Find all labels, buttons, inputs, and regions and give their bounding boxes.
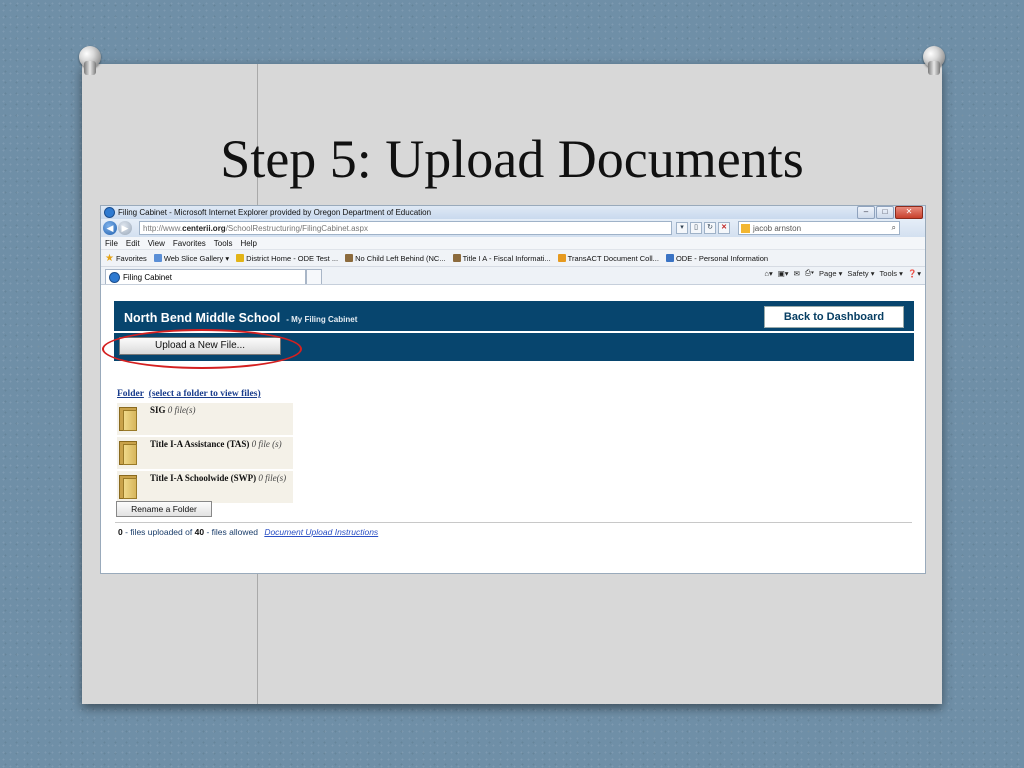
home-icon[interactable]: ⌂▾	[764, 269, 772, 278]
favorites-button[interactable]: ★ Favorites	[105, 253, 147, 264]
refresh-icon[interactable]: ↻	[704, 222, 716, 234]
favorite-transact[interactable]: TransACT Document Coll...	[557, 253, 659, 263]
school-title: North Bend Middle School - My Filing Cabi…	[124, 311, 357, 325]
folder-icon	[119, 473, 137, 499]
favorite-web-slice[interactable]: Web Slice Gallery ▾	[153, 253, 230, 263]
command-bar: ⌂▾ ▣▾ ✉ ⎙▾ Page ▾ Safety ▾ Tools ▾ ❓▾	[759, 268, 921, 278]
folder-item-swp[interactable]: Title I-A Schoolwide (SWP) 0 file(s)	[117, 471, 293, 503]
forward-button[interactable]: ▶	[118, 221, 132, 235]
favorite-label: District Home - ODE Test ...	[246, 253, 339, 263]
page-menu[interactable]: Page ▾	[819, 269, 842, 278]
safety-menu[interactable]: Safety ▾	[847, 269, 874, 278]
folder-icon	[119, 405, 137, 431]
pushpin-left-icon	[76, 46, 104, 76]
url-domain: centerii.org	[182, 223, 226, 233]
folder-count: 0 file(s)	[167, 405, 196, 415]
slide-title: Step 5: Upload Documents	[220, 129, 804, 189]
stop-icon[interactable]: ✕	[718, 222, 730, 234]
folder-header: Folder (select a folder to view files)	[117, 389, 261, 399]
back-button[interactable]: ◀	[103, 221, 117, 235]
tab-filing-cabinet[interactable]: Filing Cabinet	[105, 269, 306, 284]
folder-name: Title I-A Assistance (TAS)	[150, 439, 250, 449]
ode-icon	[452, 254, 461, 262]
folder-icon	[119, 439, 137, 465]
favorite-label: TransACT Document Coll...	[567, 253, 659, 263]
upload-instructions-link[interactable]: Document Upload Instructions	[264, 527, 378, 537]
compat-view-icon[interactable]: ▯	[690, 222, 702, 234]
allowed-count: 40	[194, 527, 205, 537]
menu-edit[interactable]: Edit	[126, 239, 140, 248]
mail-icon[interactable]: ✉	[794, 269, 800, 278]
folder-name: SIG	[150, 405, 166, 415]
app-header: North Bend Middle School - My Filing Cabi…	[114, 301, 914, 331]
ode-icon	[345, 254, 354, 262]
upload-status: 0 - files uploaded of 40 - files allowed…	[118, 527, 378, 537]
folder-hint: (select a folder to view files)	[148, 389, 261, 399]
school-name: North Bend Middle School	[124, 311, 281, 325]
folder-count: 0 file (s)	[251, 439, 282, 449]
pushpin-right-icon	[920, 46, 948, 76]
folder-list: SIG 0 file(s) Title I-A Assistance (TAS)…	[117, 403, 293, 505]
search-input[interactable]: jacob arnston ⌕	[738, 221, 900, 235]
menu-file[interactable]: File	[105, 239, 118, 248]
page-icon	[236, 254, 245, 262]
feeds-icon[interactable]: ▣▾	[778, 269, 789, 278]
dropdown-icon[interactable]: ▾	[676, 222, 688, 234]
section-name: - My Filing Cabinet	[286, 315, 358, 324]
divider	[115, 522, 912, 523]
folder-item-tas[interactable]: Title I-A Assistance (TAS) 0 file (s)	[117, 437, 293, 469]
window-titlebar: Filing Cabinet - Microsoft Internet Expl…	[101, 206, 925, 219]
menu-bar: File Edit View Favorites Tools Help	[101, 237, 925, 250]
window-title: Filing Cabinet - Microsoft Internet Expl…	[118, 208, 432, 217]
menu-tools[interactable]: Tools	[214, 239, 233, 248]
tab-label: Filing Cabinet	[123, 272, 172, 282]
menu-view[interactable]: View	[148, 239, 165, 248]
maximize-button[interactable]: □	[876, 206, 894, 219]
folder-name: Title I-A Schoolwide (SWP)	[150, 473, 257, 483]
uploaded-count: 0	[118, 527, 123, 537]
favorite-district-home[interactable]: District Home - ODE Test ...	[236, 254, 338, 263]
url-field[interactable]: http://www. centerii.org/SchoolRestructur…	[139, 221, 672, 235]
favorites-bar: ★ Favorites Web Slice Gallery ▾ District…	[101, 250, 925, 267]
favorite-ode-personal[interactable]: ODE - Personal Information	[665, 253, 769, 263]
allowed-text: - files allowed	[206, 527, 258, 537]
menu-favorites[interactable]: Favorites	[173, 239, 206, 248]
star-icon: ★	[105, 252, 114, 264]
new-tab-button[interactable]	[306, 269, 322, 284]
browser-screenshot: Filing Cabinet - Microsoft Internet Expl…	[100, 205, 926, 574]
close-button[interactable]: ✕	[895, 206, 923, 219]
search-provider-icon	[741, 223, 750, 233]
favorite-nclb[interactable]: No Child Left Behind (NC...	[345, 253, 446, 263]
tab-bar: Filing Cabinet ⌂▾ ▣▾ ✉ ⎙▾ Page ▾ Safety …	[101, 267, 925, 285]
ie-icon	[109, 271, 120, 283]
back-to-dashboard-button[interactable]: Back to Dashboard	[764, 306, 904, 328]
web-slice-icon	[153, 254, 162, 262]
minimize-button[interactable]: –	[857, 206, 875, 219]
favorite-title-ia[interactable]: Title I A - Fiscal Informati...	[452, 253, 551, 263]
search-text: jacob arnston	[753, 223, 802, 233]
favorite-label: ODE - Personal Information	[675, 253, 769, 263]
print-icon[interactable]: ⎙▾	[805, 268, 814, 278]
ie-icon	[104, 207, 115, 218]
url-path: /SchoolRestructuring/FilingCabinet.aspx	[225, 223, 368, 233]
folder-count: 0 file(s)	[258, 473, 287, 483]
search-icon[interactable]: ⌕	[892, 223, 896, 233]
folder-icon	[557, 254, 566, 262]
tools-menu[interactable]: Tools ▾	[880, 269, 903, 278]
shield-icon	[665, 254, 674, 262]
rename-folder-button[interactable]: Rename a Folder	[116, 501, 212, 517]
address-bar: ◀ ▶ http://www. centerii.org/SchoolRestru…	[101, 219, 925, 237]
favorite-label: Web Slice Gallery ▾	[163, 253, 230, 263]
highlight-circle	[102, 329, 302, 369]
uploaded-text: - files uploaded of	[125, 527, 193, 537]
favorite-label: Title I A - Fiscal Informati...	[462, 253, 551, 263]
favorites-label: Favorites	[115, 253, 147, 263]
url-prefix: http://www.	[143, 223, 183, 233]
help-icon[interactable]: ❓▾	[908, 269, 921, 278]
favorite-label: No Child Left Behind (NC...	[355, 253, 446, 263]
folder-column-link[interactable]: Folder	[117, 389, 144, 399]
folder-item-sig[interactable]: SIG 0 file(s)	[117, 403, 293, 435]
menu-help[interactable]: Help	[240, 239, 256, 248]
page-content: North Bend Middle School - My Filing Cabi…	[101, 285, 925, 561]
